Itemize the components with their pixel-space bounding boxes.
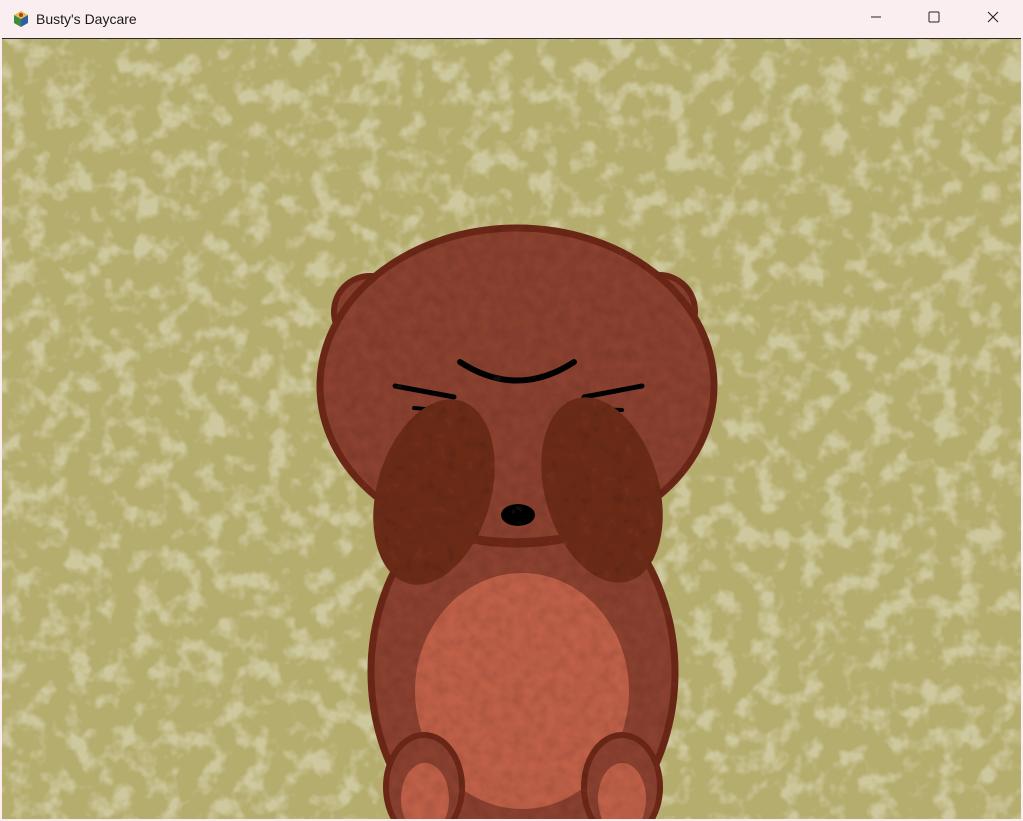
bear-nose bbox=[501, 504, 535, 526]
app-window: Busty's Daycare bbox=[0, 0, 1023, 821]
game-canvas[interactable] bbox=[2, 38, 1021, 819]
bear-character[interactable] bbox=[316, 224, 718, 819]
title-bar[interactable]: Busty's Daycare bbox=[0, 0, 1023, 38]
game-cube-icon bbox=[12, 10, 30, 28]
window-title: Busty's Daycare bbox=[36, 11, 137, 27]
maximize-icon bbox=[928, 10, 940, 28]
close-button[interactable] bbox=[964, 0, 1022, 38]
minimize-button[interactable] bbox=[847, 0, 905, 38]
close-icon bbox=[987, 10, 999, 28]
maximize-button[interactable] bbox=[905, 0, 963, 38]
minimize-icon bbox=[870, 10, 882, 28]
